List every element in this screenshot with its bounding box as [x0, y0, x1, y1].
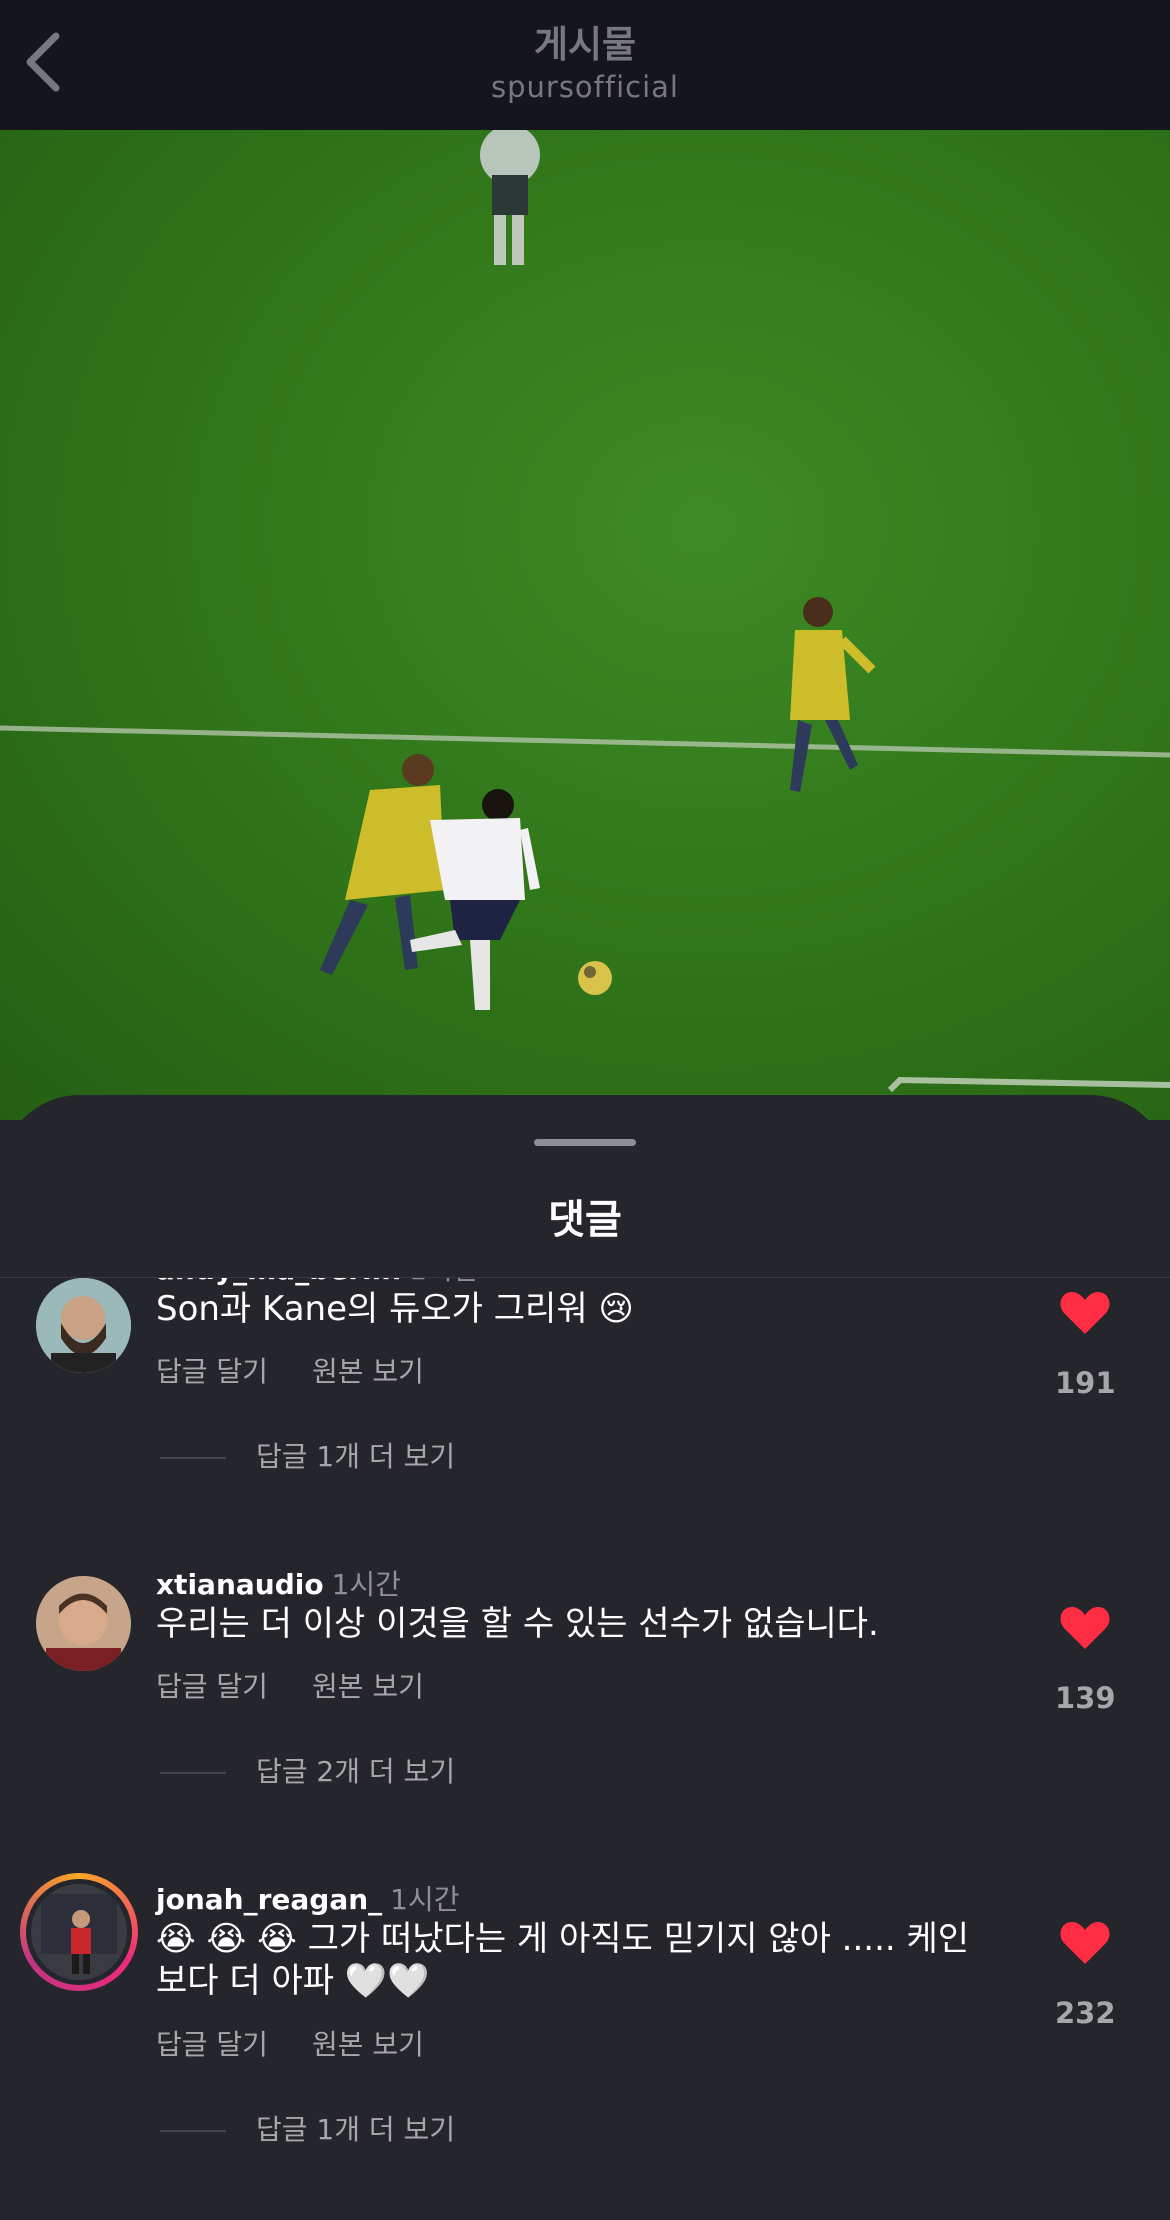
reply-button[interactable]: 답글 달기 [156, 1355, 268, 1388]
view-more-replies[interactable]: 답글 1개 더 보기 [160, 2108, 455, 2148]
like-count: 139 [1055, 1681, 1116, 1715]
top-bar: 게시물 spursofficial [0, 0, 1170, 130]
comment-meta: jonah_reagan_ 1시간 [156, 1878, 460, 1918]
view-more-replies[interactable]: 답글 1개 더 보기 [160, 1435, 455, 1475]
see-original-button[interactable]: 원본 보기 [312, 2028, 424, 2061]
avatar[interactable] [36, 1278, 131, 1373]
reply-button[interactable]: 답글 달기 [156, 2028, 268, 2061]
heart-icon [1060, 1292, 1110, 1334]
comments-title: 댓글 [548, 1197, 622, 1243]
avatar [31, 1884, 127, 1980]
like-button[interactable]: 232 [1055, 1920, 1116, 2030]
comment-actions: 답글 달기 원본 보기 [156, 1665, 468, 1705]
video-player[interactable] [0, 130, 1170, 1120]
more-replies-label: 답글 1개 더 보기 [256, 2113, 456, 2146]
avatar[interactable] [36, 1576, 131, 1671]
comment-username[interactable]: jonah_reagan_ [156, 1883, 382, 1916]
like-count: 232 [1055, 1996, 1116, 2030]
reply-thread-line [160, 2130, 226, 2132]
heart-icon [1060, 1607, 1110, 1649]
comment-username[interactable]: andy_ma_berlin [156, 1278, 401, 1286]
video-frame [0, 130, 1170, 1093]
comment-username[interactable]: xtianaudio [156, 1568, 324, 1601]
comment-actions: 답글 달기 원본 보기 [156, 2023, 468, 2063]
comment-list[interactable]: andy_ma_berlin 1시간 Son과 Kane의 듀오가 그리워 😢 답… [0, 1278, 1170, 2220]
more-replies-label: 답글 1개 더 보기 [256, 1440, 456, 1473]
comment-text: 우리는 더 이상 이것을 할 수 있는 선수가 없습니다. [156, 1604, 879, 1644]
reply-thread-line [160, 1457, 226, 1459]
heart-icon [1060, 1922, 1110, 1964]
sheet-drag-handle[interactable] [534, 1139, 636, 1146]
comment-meta: andy_ma_berlin 1시간 [156, 1278, 479, 1288]
comment-text: Son과 Kane의 듀오가 그리워 😢 [156, 1289, 634, 1329]
more-replies-label: 답글 2개 더 보기 [256, 1755, 456, 1788]
page-title: 게시물 [533, 23, 637, 66]
view-more-replies[interactable]: 답글 2개 더 보기 [160, 1750, 455, 1790]
like-button[interactable]: 191 [1055, 1290, 1116, 1400]
avatar-story-ring[interactable] [20, 1873, 138, 1991]
reply-button[interactable]: 답글 달기 [156, 1670, 268, 1703]
account-name[interactable]: spursofficial [0, 70, 1170, 104]
comment-meta: xtianaudio 1시간 [156, 1563, 401, 1603]
comment-time: 1시간 [331, 1568, 401, 1601]
comment-time: 1시간 [390, 1883, 460, 1916]
comments-sheet: 댓글 andy_ma_berlin 1시간 Son과 Kane의 듀오가 그리워 … [0, 1095, 1170, 2220]
comment-time: 1시간 [409, 1278, 478, 1286]
like-count: 191 [1055, 1366, 1116, 1400]
reply-thread-line [160, 1772, 226, 1774]
see-original-button[interactable]: 원본 보기 [312, 1355, 424, 1388]
comment-text: 😭 😭 😭 그가 떠났다는 게 아직도 믿기지 않아 ..... 케인 보다 더… [156, 1919, 970, 2001]
comment-actions: 답글 달기 원본 보기 [156, 1350, 468, 1390]
see-original-button[interactable]: 원본 보기 [312, 1670, 424, 1703]
like-button[interactable]: 139 [1055, 1605, 1116, 1715]
